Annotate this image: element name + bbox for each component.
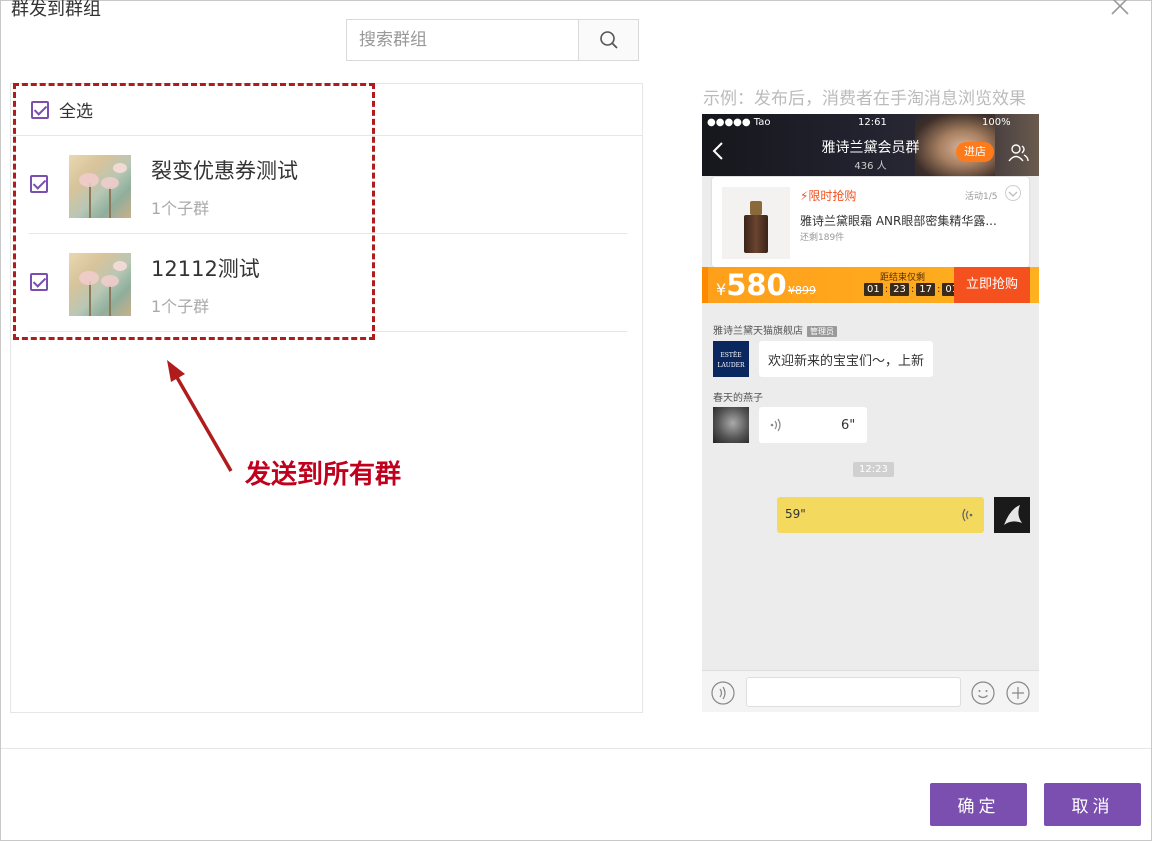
group-search: [346, 19, 639, 61]
preview-caption: 示例：发布后，消费者在手淘消息浏览效果: [703, 89, 1026, 109]
phone-preview: ●●●●● Tao 12:61 100% 雅诗兰黛会员群 436 人 进店 ⚡限…: [702, 114, 1039, 712]
dialog-title: 群发到群组: [11, 0, 101, 20]
shop-sender-name: 雅诗兰黛天猫旗舰店 管理员: [713, 322, 837, 337]
voice-icon: [770, 418, 781, 432]
self-avatar: [994, 497, 1030, 533]
group-checkbox[interactable]: [30, 175, 48, 193]
close-icon[interactable]: [1109, 0, 1131, 17]
chat-input-bar: [702, 670, 1039, 712]
search-icon: [599, 31, 618, 49]
flash-sale-card: ⚡限时抢购 活动1/5 雅诗兰黛眼霜 ANR眼部密集精华露... 还剩189件: [712, 177, 1029, 267]
admin-badge: 管理员: [807, 326, 837, 337]
voice-duration: 59": [785, 507, 806, 521]
send-to-groups-dialog: 群发到群组 全选 裂变优惠券测试 1个子群: [0, 0, 1152, 841]
search-input[interactable]: [347, 20, 578, 60]
group-item[interactable]: 裂变优惠券测试 1个子群: [29, 136, 627, 234]
chat-timestamp: 12:23: [853, 462, 894, 477]
shop-sender-label: 雅诗兰黛天猫旗舰店: [713, 326, 803, 337]
sale-price: ¥580: [716, 268, 787, 302]
voice-duration: 6": [841, 417, 856, 433]
self-voice-bubble: 59": [777, 497, 984, 533]
user-sender-name: 春天的燕子: [713, 393, 763, 404]
group-checkbox[interactable]: [30, 273, 48, 291]
user-voice-bubble: 6": [759, 407, 867, 443]
price-bar-edge: [1030, 267, 1039, 303]
emoji-icon: [971, 681, 995, 705]
chat-header: ●●●●● Tao 12:61 100% 雅诗兰黛会员群 436 人 进店: [702, 114, 1039, 176]
status-battery: 100%: [982, 117, 1011, 128]
countdown-digit: 01: [864, 283, 883, 296]
status-carrier: ●●●●● Tao: [707, 117, 771, 128]
annotation-text: 发送到所有群: [245, 460, 402, 490]
chevron-down-icon: [1005, 185, 1021, 201]
currency-symbol: ¥: [716, 280, 727, 299]
confirm-button[interactable]: 确定: [930, 783, 1027, 826]
countdown-timer: 01: 23: 17: 01: [864, 283, 962, 296]
select-all-label: 全选: [59, 102, 93, 122]
countdown-label: 距结束仅剩: [880, 273, 926, 283]
footer-divider: [1, 748, 1151, 749]
enter-shop-button: 进店: [956, 142, 994, 162]
shop-message-bubble: 欢迎新来的宝宝们～，上新: [759, 341, 934, 377]
members-icon: [1008, 144, 1029, 162]
chat-text-field: [746, 677, 961, 707]
original-price: ¥899: [788, 284, 816, 297]
plus-icon: [1006, 681, 1030, 705]
search-button[interactable]: [578, 20, 638, 60]
buy-now-button: 立即抢购: [954, 267, 1030, 303]
activity-count: 活动1/5: [965, 192, 998, 202]
product-name: 雅诗兰黛眼霜 ANR眼部密集精华露...: [800, 214, 997, 228]
countdown-digit: 17: [916, 283, 935, 296]
flash-sale-label: ⚡限时抢购: [800, 189, 857, 203]
select-all-checkbox[interactable]: [31, 100, 49, 119]
group-name: 12112测试: [151, 257, 260, 281]
group-list-panel: 全选 裂变优惠券测试 1个子群 12112测试 1个子群: [10, 83, 643, 713]
group-subgroup-count: 1个子群: [151, 297, 210, 316]
countdown-digit: 23: [890, 283, 909, 296]
price-bar-edge: [702, 267, 708, 303]
voice-icon: [962, 508, 973, 522]
group-avatar: [69, 155, 131, 218]
group-avatar: [69, 253, 131, 316]
group-item[interactable]: 12112测试 1个子群: [29, 234, 627, 332]
status-time: 12:61: [858, 117, 887, 128]
price-value: 580: [726, 268, 787, 302]
cancel-button[interactable]: 取消: [1044, 783, 1141, 826]
voice-input-icon: [711, 681, 735, 705]
shop-avatar: ESTĒE LAUDER: [713, 341, 749, 377]
group-name: 裂变优惠券测试: [151, 159, 298, 183]
user-avatar: [713, 407, 749, 443]
product-stock: 还剩189件: [800, 233, 845, 243]
group-subgroup-count: 1个子群: [151, 199, 210, 218]
product-image: [722, 187, 790, 259]
select-all-row[interactable]: 全选: [11, 84, 642, 136]
